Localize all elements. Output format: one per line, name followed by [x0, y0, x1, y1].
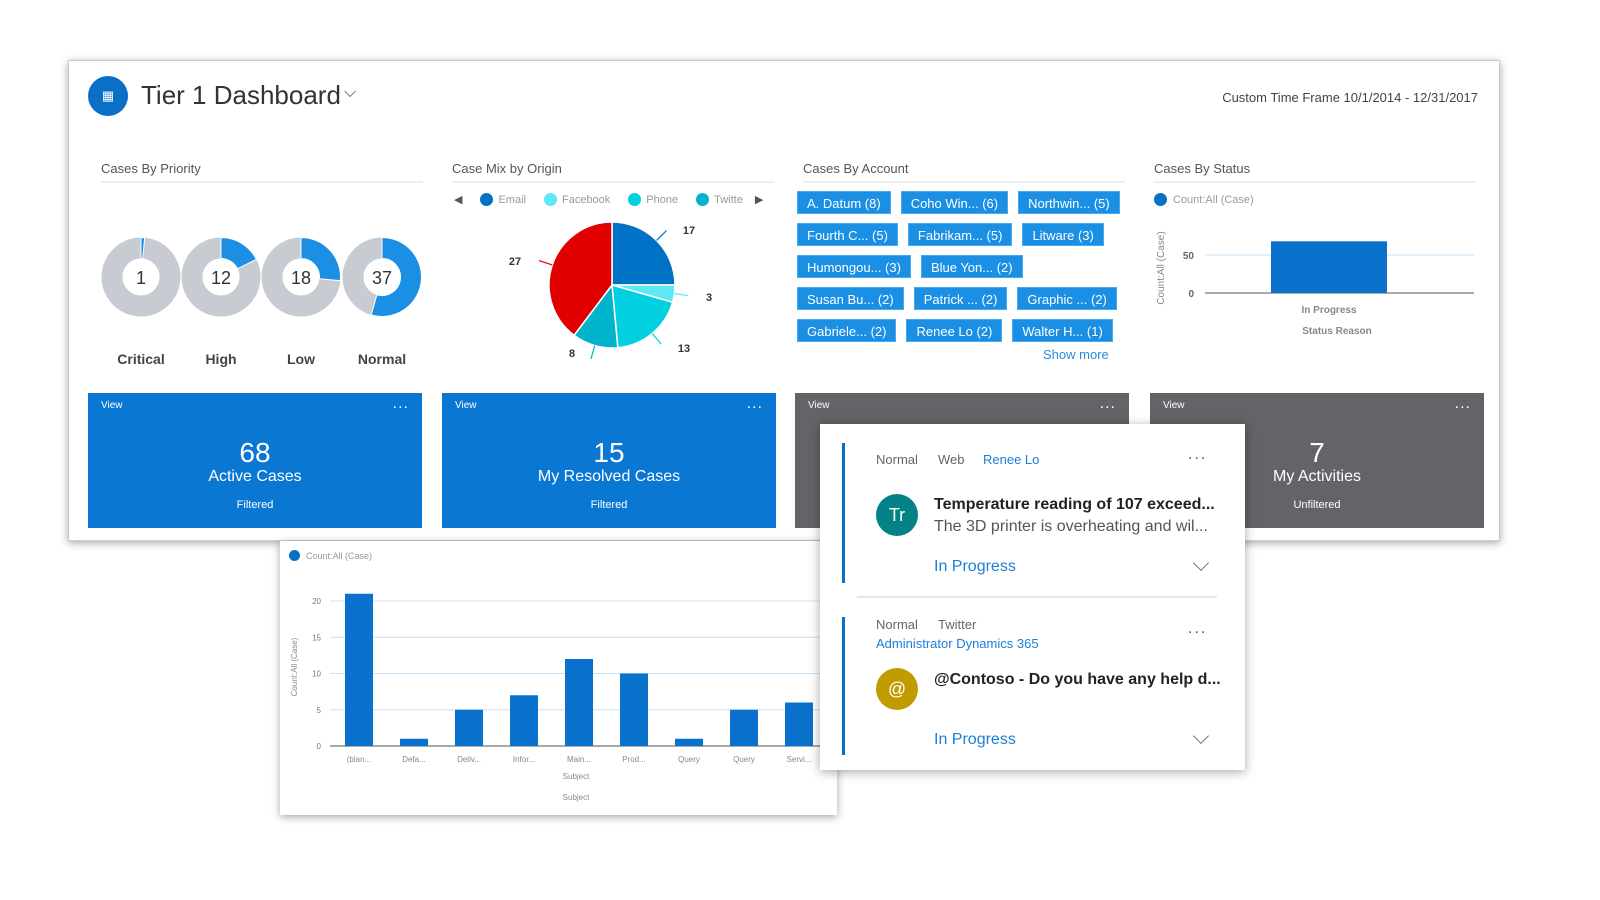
more-icon[interactable]: ... [1188, 620, 1207, 638]
legend-label: Twitte [714, 193, 743, 206]
more-icon[interactable]: ... [1455, 395, 1471, 413]
view-label[interactable]: View [1163, 400, 1185, 411]
account-tag[interactable]: Fourth C... (5) [797, 223, 898, 246]
donut-label: Critical [117, 351, 165, 367]
legend-label: Phone [646, 193, 679, 206]
section-title-priority: Cases By Priority [101, 161, 423, 183]
legend-dot [289, 550, 300, 561]
section-title-account: Cases By Account [803, 161, 1125, 183]
account-tag[interactable]: Walter H... (1) [1012, 319, 1113, 342]
account-tag-row: Susan Bu... (2) Patrick ... (2) Graphic ..… [797, 287, 1127, 310]
legend-dot [628, 193, 642, 206]
account-tag[interactable]: Susan Bu... (2) [797, 287, 904, 310]
page-title[interactable]: Tier 1 Dashboard [141, 80, 341, 111]
account-tag-row: Humongou... (3) Blue Yon... (2) [797, 255, 1127, 278]
account-tag[interactable]: Blue Yon... (2) [920, 255, 1023, 278]
legend-dot [480, 193, 494, 206]
legend-item-email[interactable]: Email [480, 193, 526, 206]
account-tag[interactable]: Litware (3) [1022, 223, 1104, 246]
dashboard-icon: ▦ [88, 76, 128, 116]
tile-filter: Filtered [236, 499, 274, 511]
account-tag-list: A. Datum (8) Coho Win... (6) Northwin... (… [797, 191, 1127, 351]
status-legend: Count:All (Case) [1154, 193, 1254, 206]
more-icon[interactable]: ... [393, 395, 409, 413]
avatar: Tr [876, 494, 918, 536]
legend-dot [696, 193, 710, 206]
tile-name: My Resolved Cases [537, 468, 681, 485]
account-tag-row: A. Datum (8) Coho Win... (6) Northwin... (… [797, 191, 1127, 214]
divider [857, 596, 1217, 598]
legend-label: Email [498, 193, 526, 206]
item-owner-link[interactable]: Administrator Dynamics 365 [876, 636, 1039, 651]
account-tag[interactable]: Humongou... (3) [797, 255, 911, 278]
more-icon[interactable]: ... [747, 395, 763, 413]
item-priority: Normal [876, 617, 918, 632]
account-tag[interactable]: Gabriele... (2) [797, 319, 897, 342]
view-label[interactable]: View [808, 400, 830, 411]
tile-name: Active Cases [208, 468, 302, 485]
section-title-status: Cases By Status [1154, 161, 1476, 183]
stat-tile[interactable]: View... 68 Active Cases Filtered [88, 393, 422, 528]
item-status[interactable]: In Progress [934, 731, 1016, 749]
chevron-down-icon[interactable] [1193, 728, 1209, 744]
view-label[interactable]: View [101, 400, 123, 411]
legend-item-twitte[interactable]: Twitte [696, 193, 743, 206]
show-more-link[interactable]: Show more [1043, 347, 1109, 362]
item-accent-bar [842, 443, 845, 583]
item-priority: Normal [876, 452, 918, 467]
legend-label: Count:All (Case) [1173, 193, 1254, 206]
subject-legend: Count:All (Case) [289, 550, 372, 561]
account-tag[interactable]: A. Datum (8) [797, 191, 891, 214]
legend-label: Facebook [561, 193, 611, 206]
origin-legend: ◀ Email Facebook Phone Twitte ▶ [454, 193, 763, 206]
account-tag[interactable]: Coho Win... (6) [900, 191, 1009, 214]
legend-item-facebook[interactable]: Facebook [543, 193, 611, 206]
tile-count: 68 [239, 437, 271, 468]
more-icon[interactable]: ... [1100, 395, 1116, 413]
donut-label: High [205, 351, 237, 367]
legend-dot [1154, 193, 1167, 206]
time-frame: Custom Time Frame 10/1/2014 - 12/31/2017 [1222, 90, 1478, 105]
account-tag[interactable]: Patrick ... (2) [913, 287, 1008, 310]
item-accent-bar [842, 617, 845, 755]
legend-item-phone[interactable]: Phone [628, 193, 678, 206]
activity-card: Normal Web Renee Lo ... Tr Temperature r… [820, 424, 1245, 770]
legend-next-icon[interactable]: ▶ [755, 193, 763, 206]
item-owner-link[interactable]: Renee Lo [983, 452, 1039, 467]
item-channel: Twitter [938, 617, 977, 632]
account-tag-row: Fourth C... (5) Fabrikam... (5) Litware (3… [797, 223, 1127, 246]
donut-label: Low [287, 351, 315, 367]
avatar: @ [876, 668, 918, 710]
more-icon[interactable]: ... [1188, 446, 1207, 464]
item-channel: Web [938, 452, 965, 467]
item-title[interactable]: Temperature reading of 107 exceed... [934, 496, 1215, 514]
tile-count: 15 [593, 437, 625, 468]
account-tag[interactable]: Renee Lo (2) [906, 319, 1003, 342]
chevron-down-icon[interactable]: ⌵ [344, 84, 356, 102]
account-tag[interactable]: Northwin... (5) [1018, 191, 1120, 214]
subject-chart-panel: Count:All (Case) [280, 541, 837, 815]
section-title-origin: Case Mix by Origin [452, 161, 774, 183]
legend-dot [543, 193, 557, 206]
stat-tile[interactable]: View... 15 My Resolved Cases Filtered [442, 393, 776, 528]
chevron-down-icon[interactable] [1193, 555, 1209, 571]
view-label[interactable]: View [455, 400, 477, 411]
account-tag-row: Gabriele... (2) Renee Lo (2) Walter H... (… [797, 319, 1127, 342]
donut-label: Normal [357, 351, 407, 367]
item-status[interactable]: In Progress [934, 558, 1016, 576]
item-description: The 3D printer is overheating and wil... [934, 518, 1208, 535]
account-tag[interactable]: Graphic ... (2) [1017, 287, 1117, 310]
legend-label: Count:All (Case) [306, 550, 373, 561]
tile-filter: Filtered [590, 499, 628, 511]
item-title[interactable]: @Contoso - Do you have any help d... [934, 671, 1221, 689]
account-tag[interactable]: Fabrikam... (5) [907, 223, 1013, 246]
legend-prev-icon[interactable]: ◀ [454, 193, 462, 206]
